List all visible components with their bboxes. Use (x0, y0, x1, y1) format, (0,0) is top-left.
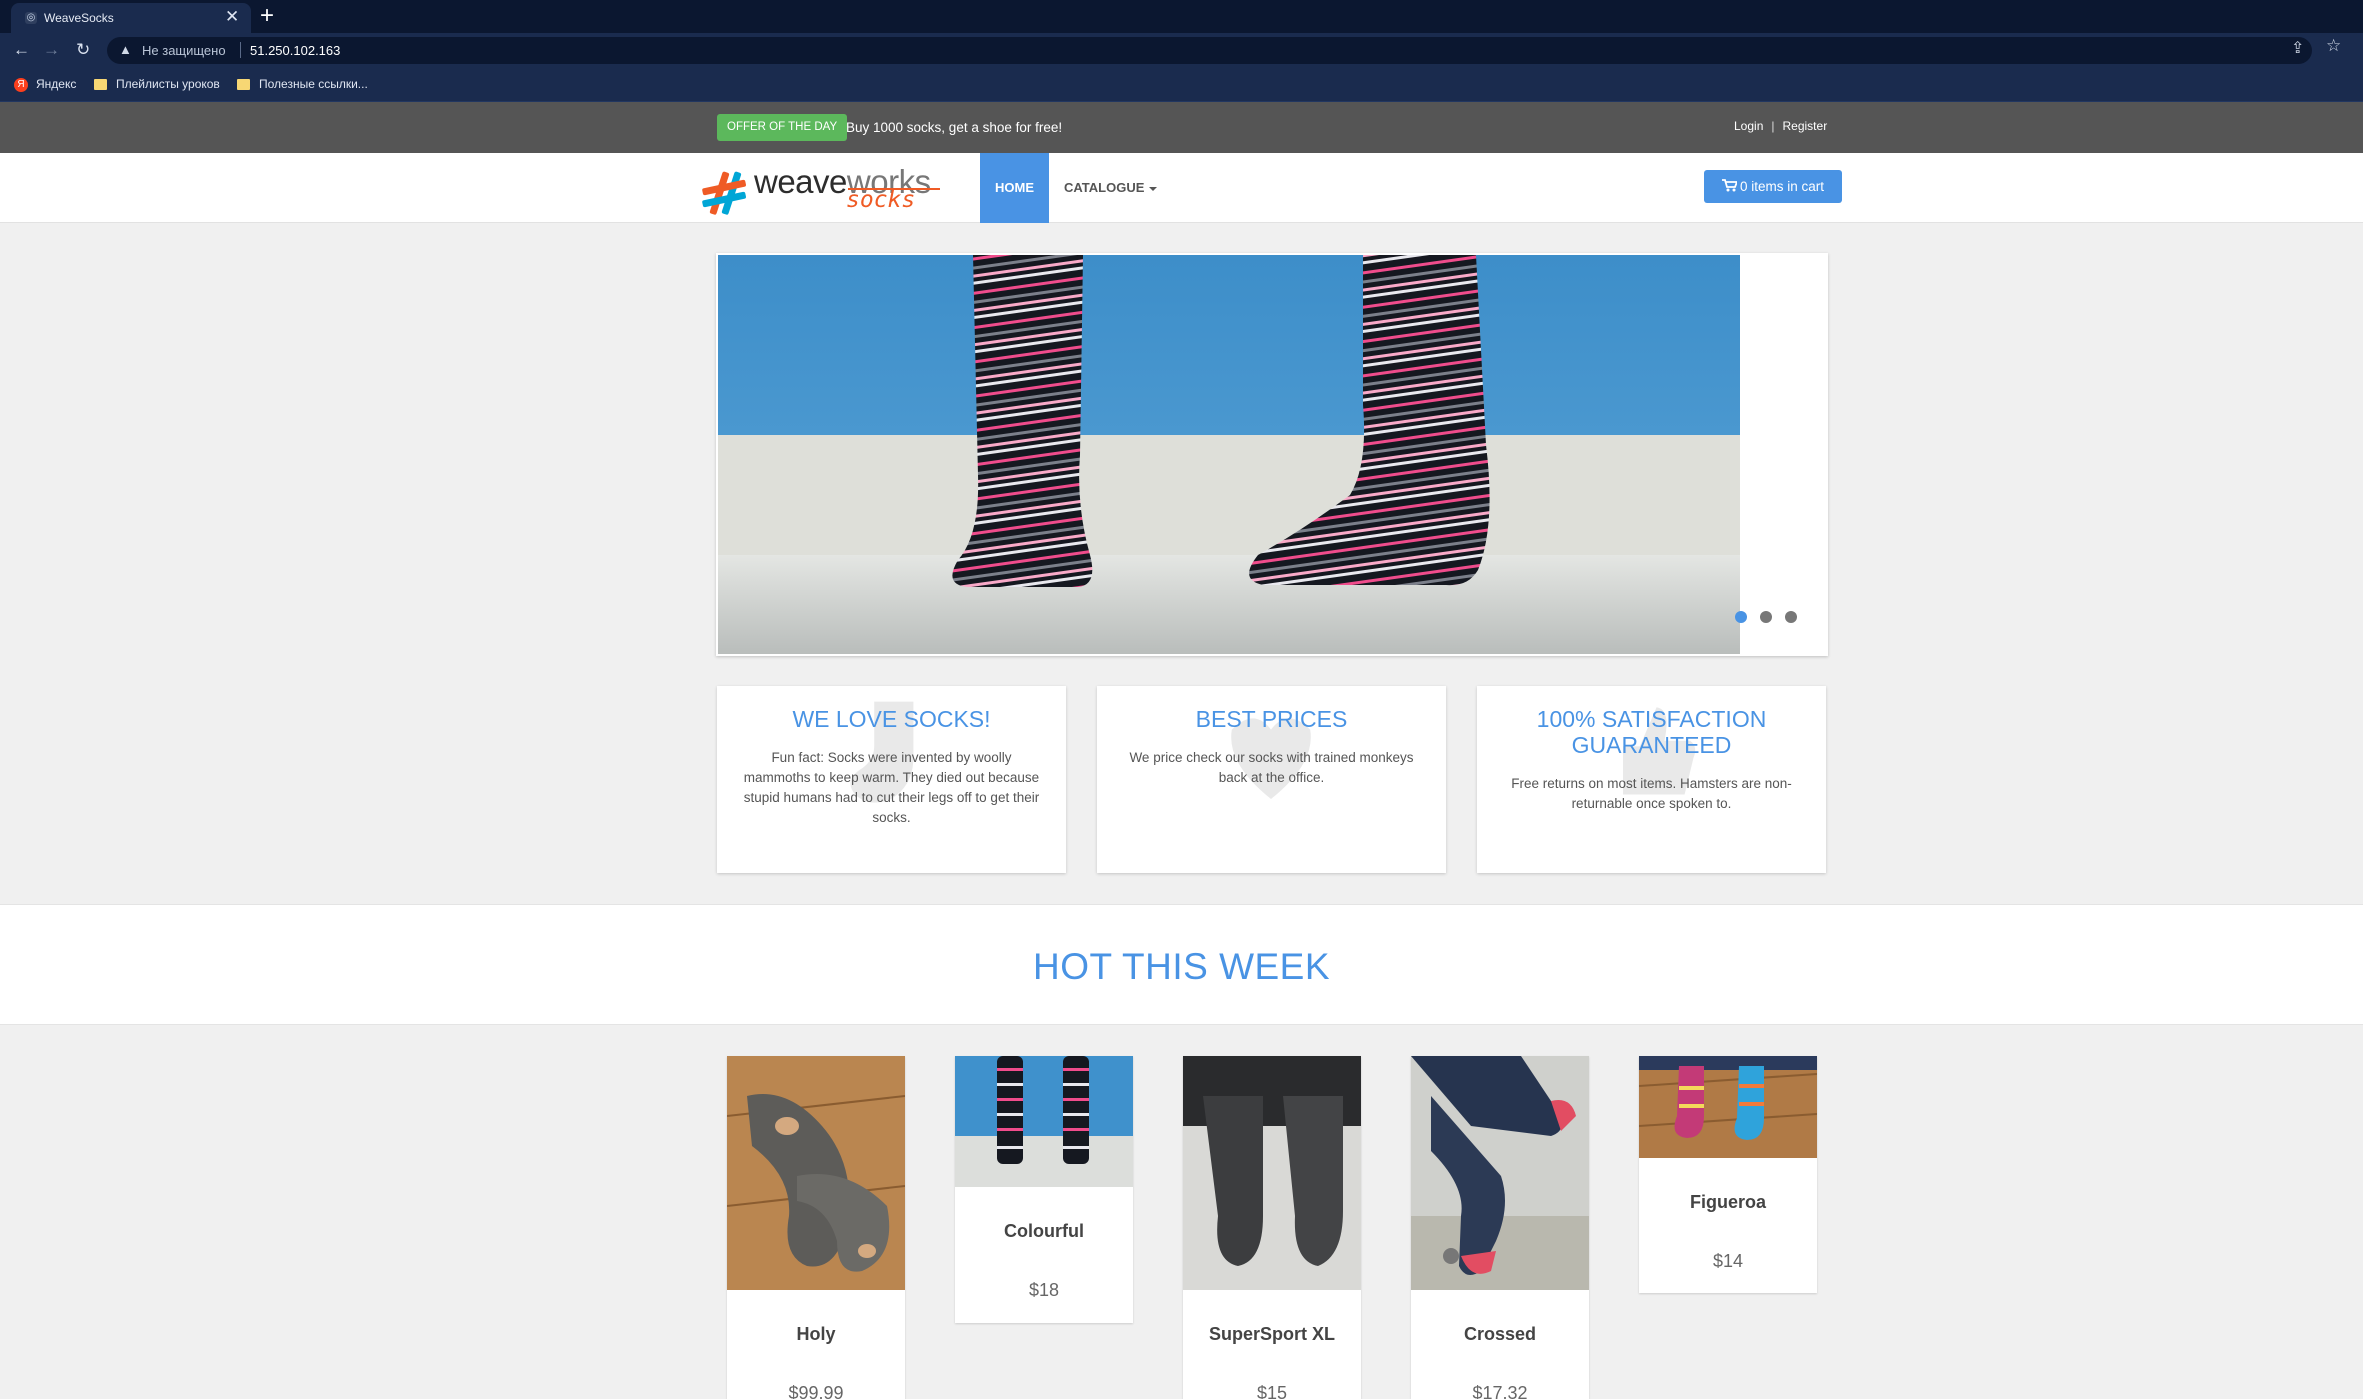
nav-catalogue-label: CATALOGUE (1064, 180, 1145, 195)
auth-separator: | (1771, 119, 1775, 133)
bookmark-label: Полезные ссылки... (259, 77, 368, 91)
forward-arrow-icon[interactable]: → (43, 38, 60, 62)
caret-down-icon (1149, 186, 1158, 191)
feature-title: WE LOVE SOCKS! (792, 706, 991, 732)
feature-title: BEST PRICES (1195, 706, 1348, 732)
product-price: $14 (1712, 1251, 1744, 1271)
product-image[interactable] (1411, 1056, 1589, 1290)
not-secure-label[interactable]: Не защищено (142, 43, 226, 58)
weaveworks-logo-icon (702, 171, 746, 215)
new-tab-button[interactable]: + (260, 1, 274, 31)
weaveworks-socks-logo[interactable]: weaveworks socks (700, 161, 940, 217)
share-icon[interactable]: ⇪ (2291, 38, 2304, 58)
feature-box: WE LOVE SOCKS! Fun fact: Socks were inve… (717, 686, 1066, 873)
product-card[interactable]: Holy $99.99 (727, 1056, 905, 1399)
carousel-dot-3[interactable] (1785, 611, 1797, 623)
logo-socks: socks (846, 187, 916, 213)
feature-title: 100% SATISFACTION GUARANTEED (1536, 706, 1767, 758)
product-name[interactable]: SuperSport XL (1183, 1324, 1361, 1345)
logo-weave: weave (754, 163, 847, 200)
warning-triangle-icon[interactable]: ▲ (119, 42, 132, 57)
close-tab-icon[interactable]: ✕ (225, 7, 239, 27)
product-price: $99.99 (788, 1383, 844, 1399)
product-image[interactable] (727, 1056, 905, 1290)
product-image[interactable] (955, 1056, 1133, 1187)
nav-home[interactable]: HOME (980, 153, 1049, 223)
url-divider (240, 42, 241, 58)
bookmarks-bar: Я Яндекс Плейлисты уроков Полезные ссылки… (0, 68, 2363, 102)
hero-carousel (716, 253, 1828, 656)
feature-text: Fun fact: Socks were invented by woolly … (743, 750, 1040, 825)
bookmark-useful-links[interactable]: Полезные ссылки... (237, 77, 368, 91)
back-arrow-icon[interactable]: ← (13, 38, 30, 62)
login-link[interactable]: Login (1734, 119, 1763, 133)
browser-tabstrip: ◎ WeaveSocks ✕ + (0, 0, 2363, 33)
feature-box: BEST PRICES We price check our socks wit… (1097, 686, 1446, 873)
cart-label: 0 items in cart (1739, 179, 1825, 194)
feature-text: Free returns on most items. Hamsters are… (1511, 776, 1792, 811)
feature-box: 100% SATISFACTION GUARANTEED Free return… (1477, 686, 1826, 873)
offer-badge: OFFER OF THE DAY (717, 114, 848, 141)
product-card[interactable]: Crossed $17.32 (1411, 1056, 1589, 1399)
carousel-dot-1[interactable] (1735, 611, 1747, 623)
offer-topbar: OFFER OF THE DAY Buy 1000 socks, get a s… (0, 102, 2363, 153)
register-link[interactable]: Register (1783, 119, 1828, 133)
auth-links: Login | Register (1734, 119, 1827, 133)
product-price: $18 (1028, 1280, 1060, 1300)
product-image[interactable] (1639, 1056, 1817, 1158)
product-name[interactable]: Holy (727, 1324, 905, 1345)
bookmark-star-icon[interactable]: ☆ (2326, 36, 2341, 56)
bookmark-label: Яндекс (36, 77, 77, 91)
url-text[interactable]: 51.250.102.163 (250, 43, 340, 58)
address-bar[interactable]: ▲ Не защищено 51.250.102.163 (107, 37, 2312, 64)
product-price: $17.32 (1472, 1383, 1528, 1399)
hot-this-week-banner: HOT THIS WEEK (0, 904, 2363, 1025)
reload-icon[interactable]: ↻ (76, 38, 90, 62)
product-card[interactable]: Colourful $18 (955, 1056, 1133, 1323)
folder-icon (237, 79, 250, 91)
browser-toolbar: ← → ↻ ▲ Не защищено 51.250.102.163 ⇪ ☆ (0, 33, 2363, 68)
site-favicon-icon: ◎ (25, 12, 37, 24)
product-name[interactable]: Colourful (955, 1221, 1133, 1242)
carousel-dot-2[interactable] (1760, 611, 1772, 623)
product-card[interactable]: SuperSport XL $15 (1183, 1056, 1361, 1399)
bookmark-playlists[interactable]: Плейлисты уроков (94, 77, 220, 91)
bookmark-label: Плейлисты уроков (116, 77, 220, 91)
product-name[interactable]: Figueroa (1639, 1192, 1817, 1213)
folder-icon (94, 79, 107, 91)
bookmark-yandex[interactable]: Я Яндекс (14, 77, 76, 92)
product-price: $15 (1256, 1383, 1288, 1399)
offer-text: Buy 1000 socks, get a shoe for free! (846, 120, 1063, 135)
nav-catalogue-dropdown[interactable]: CATALOGUE (1064, 153, 1158, 223)
browser-tab[interactable]: ◎ WeaveSocks ✕ (11, 3, 251, 33)
section-title: HOT THIS WEEK (1032, 946, 1331, 987)
product-image[interactable] (1183, 1056, 1361, 1290)
feature-text: We price check our socks with trained mo… (1129, 750, 1414, 785)
cart-button[interactable]: 0 items in cart (1704, 170, 1842, 203)
product-name[interactable]: Crossed (1411, 1324, 1589, 1345)
main-navbar: weaveworks socks HOME CATALOGUE 0 items … (0, 153, 2363, 223)
shopping-cart-icon (1721, 179, 1739, 192)
product-card[interactable]: Figueroa $14 (1639, 1056, 1817, 1293)
hero-striped-socks-image (718, 255, 1740, 654)
tab-title: WeaveSocks (44, 11, 114, 25)
yandex-icon: Я (14, 77, 28, 92)
